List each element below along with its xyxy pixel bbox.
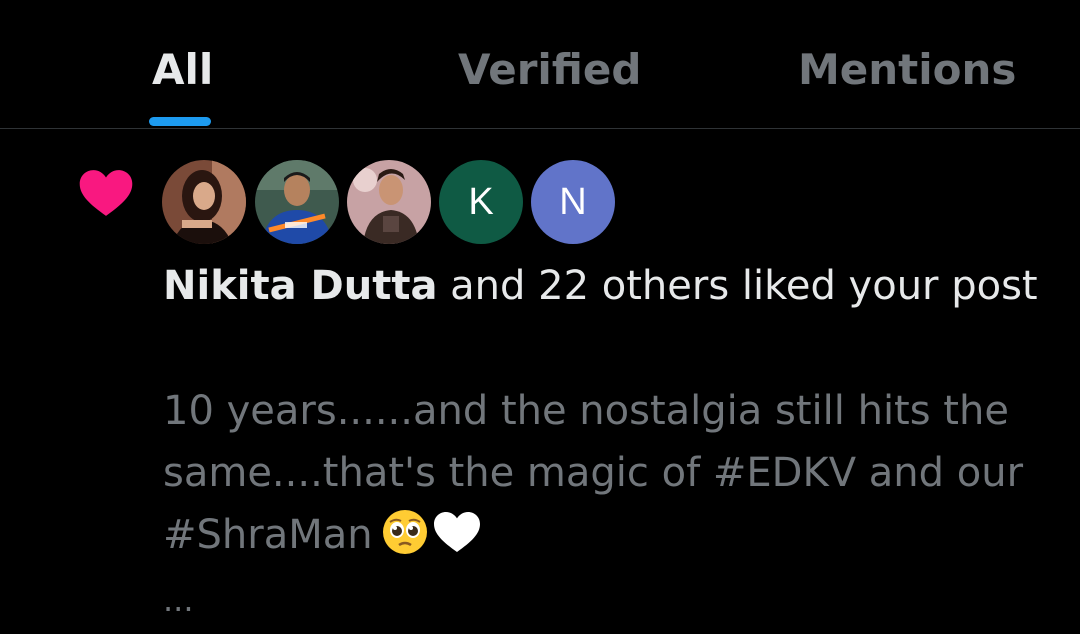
avatar[interactable]: K xyxy=(439,160,523,244)
avatar-letter: K xyxy=(468,180,494,223)
notification-summary: Nikita Dutta and 22 others liked your po… xyxy=(163,256,1043,317)
post-text[interactable]: 10 years......and the nostalgia still hi… xyxy=(163,380,1063,566)
avatar[interactable] xyxy=(162,160,246,244)
avatar[interactable] xyxy=(347,160,431,244)
user-photo-avatar xyxy=(162,160,246,244)
avatar[interactable]: N xyxy=(531,160,615,244)
pleading-face-emoji xyxy=(382,510,427,554)
user-photo-avatar xyxy=(347,160,431,244)
tab-verified[interactable]: Verified xyxy=(458,44,641,96)
summary-text: and 22 others liked your post xyxy=(437,263,1038,309)
tab-mentions[interactable]: Mentions xyxy=(798,44,1016,96)
heart-icon xyxy=(79,170,133,216)
tab-all[interactable]: All xyxy=(152,44,213,96)
post-body: 10 years......and the nostalgia still hi… xyxy=(163,388,1024,558)
avatar-letter: N xyxy=(559,180,587,223)
user-photo-avatar xyxy=(255,160,339,244)
avatar[interactable] xyxy=(255,160,339,244)
notification-tabs: All Verified Mentions xyxy=(0,0,1080,129)
actor-name[interactable]: Nikita Dutta xyxy=(163,263,437,309)
more-ellipsis[interactable]: ... xyxy=(163,580,194,620)
active-tab-indicator xyxy=(149,117,211,126)
white-heart-emoji xyxy=(433,512,480,552)
